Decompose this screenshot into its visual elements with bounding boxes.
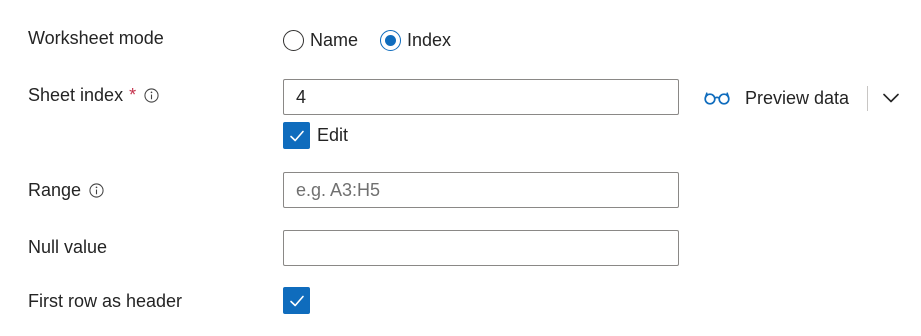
checkbox-checked-icon xyxy=(283,122,310,149)
checkmark-icon xyxy=(289,295,304,306)
checkbox-checked-icon xyxy=(283,287,310,314)
required-marker: * xyxy=(129,85,137,105)
sheet-index-label-text: Sheet index xyxy=(28,85,124,105)
radio-selected-icon xyxy=(380,29,402,51)
preview-data-button[interactable]: Preview data xyxy=(704,84,849,112)
worksheet-mode-label-text: Worksheet mode xyxy=(28,28,164,48)
chevron-down-icon[interactable] xyxy=(881,88,901,108)
edit-checkbox-label: Edit xyxy=(317,125,349,145)
null-value-label-text: Null value xyxy=(28,237,108,257)
worksheet-mode-radio-name[interactable]: Name xyxy=(283,29,359,51)
glasses-icon xyxy=(704,92,730,105)
sheet-index-label: Sheet index * xyxy=(28,85,159,106)
null-value-label: Null value xyxy=(28,237,107,258)
range-label-text: Range xyxy=(28,180,82,200)
worksheet-mode-radio-name-label: Name xyxy=(310,29,359,50)
radio-dot-icon xyxy=(385,34,397,46)
checkmark-icon xyxy=(289,130,304,141)
null-value-input[interactable] xyxy=(283,230,679,266)
first-row-header-label-text: First row as header xyxy=(28,291,183,311)
first-row-header-label: First row as header xyxy=(28,291,182,312)
range-label: Range xyxy=(28,180,104,201)
info-icon[interactable] xyxy=(89,183,104,198)
dataset-settings-form: Worksheet mode Name Index Sheet index * xyxy=(0,0,921,336)
edit-checkbox[interactable]: Edit xyxy=(283,122,348,149)
worksheet-mode-radio-index-label: Index xyxy=(407,29,452,50)
radio-unselected-icon xyxy=(283,29,304,51)
sheet-index-input[interactable] xyxy=(283,79,679,115)
info-icon[interactable] xyxy=(144,88,159,103)
range-input[interactable] xyxy=(283,172,679,208)
worksheet-mode-label: Worksheet mode xyxy=(28,28,164,49)
worksheet-mode-radio-index[interactable]: Index xyxy=(380,29,452,51)
toolbar-divider xyxy=(867,86,868,111)
worksheet-mode-radio-group: Name Index xyxy=(283,26,473,54)
first-row-header-checkbox[interactable] xyxy=(283,287,310,314)
preview-data-label: Preview data xyxy=(745,87,850,108)
